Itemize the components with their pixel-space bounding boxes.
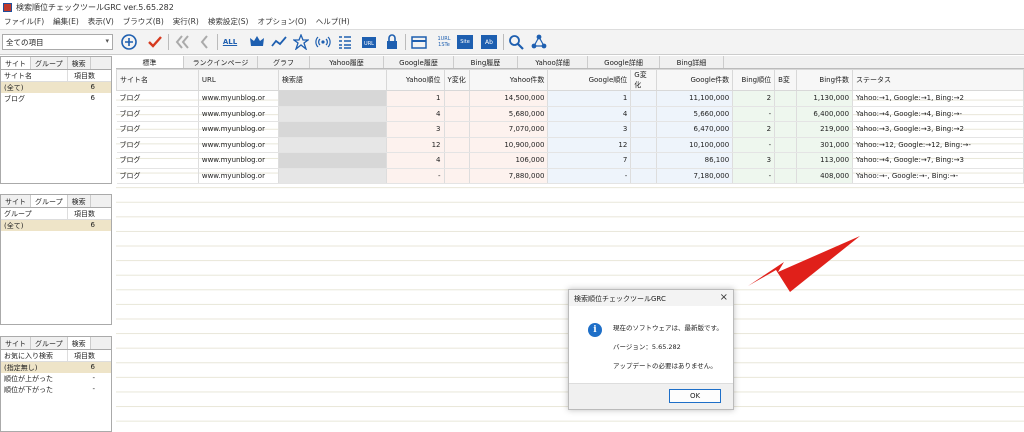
update-dialog: 検索順位チェックツールGRC × i 現在のソフトウェアは、最新版です。 バージ… bbox=[568, 289, 734, 410]
dialog-body: i 現在のソフトウェアは、最新版です。 バージョン：5.65.282 アップデー… bbox=[569, 306, 733, 384]
annotation-arrow bbox=[748, 236, 860, 292]
close-icon[interactable]: × bbox=[720, 292, 728, 303]
dialog-title: 検索順位チェックツールGRC bbox=[574, 295, 666, 303]
dialog-footer: OK bbox=[569, 383, 733, 409]
dialog-message-latest: 現在のソフトウェアは、最新版です。 bbox=[613, 324, 723, 332]
ok-button[interactable]: OK bbox=[669, 389, 721, 403]
dialog-message-no-update: アップデートの必要はありません。 bbox=[613, 362, 717, 370]
dialog-message-version: バージョン：5.65.282 bbox=[613, 343, 681, 351]
dialog-title-bar: 検索順位チェックツールGRC × bbox=[569, 290, 733, 306]
info-icon: i bbox=[588, 323, 602, 337]
app-window: 検索順位チェックツールGRC ver.5.65.282 ファイル(F) 編集(E… bbox=[0, 0, 1024, 432]
